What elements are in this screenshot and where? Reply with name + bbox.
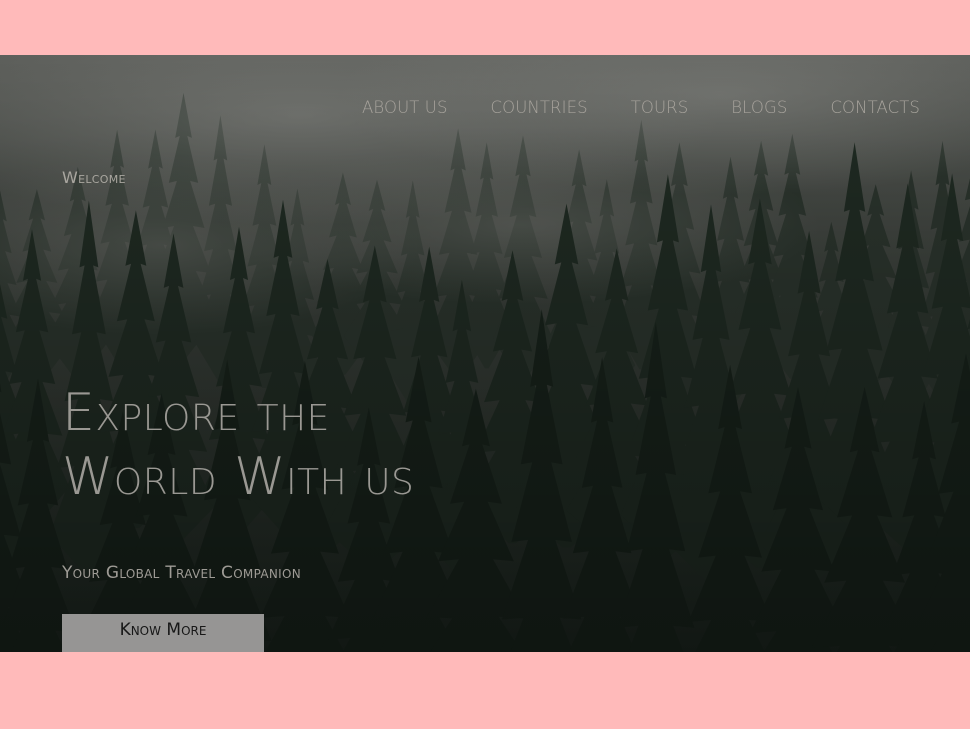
hero-headline-line-2: World With us — [62, 447, 415, 507]
nav-countries-link[interactable]: COUNTRIES — [491, 98, 588, 117]
welcome-text: Welcome — [62, 168, 126, 187]
hero-section: ABOUT US COUNTRIES TOURS BLOGS CONTACTS … — [0, 55, 970, 652]
main-navigation: ABOUT US COUNTRIES TOURS BLOGS CONTACTS — [362, 98, 920, 117]
nav-tours-link[interactable]: TOURS — [631, 98, 689, 117]
hero-headline-line-1: Explore the — [62, 383, 330, 443]
nav-about-us-link[interactable]: ABOUT US — [362, 98, 448, 117]
know-more-button[interactable]: Know More — [62, 614, 264, 652]
hero-headline: Explore the World With us — [62, 381, 414, 509]
nav-blogs-link[interactable]: BLOGS — [731, 98, 787, 117]
hero-tagline: Your Global Travel Companion — [62, 563, 302, 583]
nav-contacts-link[interactable]: CONTACTS — [830, 98, 920, 117]
